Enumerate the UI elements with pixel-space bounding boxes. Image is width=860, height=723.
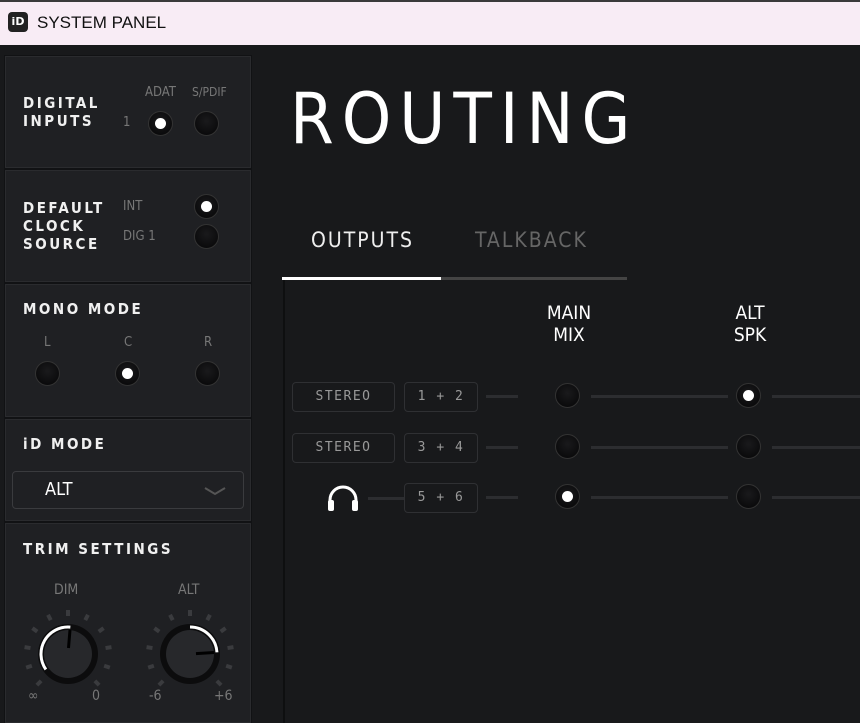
row-channels: 3 + 4: [404, 433, 478, 463]
section-title: iD MODE: [23, 435, 107, 453]
mono-r-radio[interactable]: [195, 361, 220, 386]
divider: [283, 280, 285, 723]
alt-min-label: -6: [149, 688, 162, 704]
route-alt-spk-radio[interactable]: [736, 484, 761, 509]
knob-tick: [105, 645, 112, 651]
int-label: INT: [123, 199, 143, 214]
dig1-radio[interactable]: [194, 224, 219, 249]
route-alt-spk-radio[interactable]: [736, 434, 761, 459]
knob-pointer: [67, 629, 72, 649]
route-line: [486, 395, 518, 398]
knob-tick: [46, 613, 53, 622]
sidebar: DIGITAL INPUTS ADAT S/PDIF 1 DEFAULT CLO…: [4, 55, 252, 723]
tab-outputs[interactable]: OUTPUTS: [311, 228, 414, 252]
knob-tick: [227, 645, 234, 651]
knob-tick: [93, 679, 101, 687]
route-line: [486, 446, 518, 449]
spdif-label: S/PDIF: [192, 85, 227, 99]
dig1-label: DIG 1: [123, 229, 156, 244]
knob-tick: [35, 679, 43, 687]
column-main-mix: MAIN MIX: [546, 302, 592, 346]
route-line: [772, 496, 860, 499]
adat-label: ADAT: [145, 85, 176, 100]
route-line: [591, 446, 728, 449]
mono-r-label: R: [204, 335, 213, 350]
active-tab-indicator: [282, 277, 441, 280]
mono-mode-section: MONO MODE L C R: [5, 284, 251, 417]
knob-tick: [31, 626, 39, 634]
knob-tick: [147, 663, 155, 670]
alt-max-label: +6: [214, 688, 233, 704]
connector-line: [368, 497, 404, 500]
knob-tick: [83, 613, 90, 622]
knob-tick: [215, 679, 223, 687]
dim-label: DIM: [54, 582, 79, 598]
row-channels: 5 + 6: [404, 483, 478, 513]
section-title: SOURCE: [23, 235, 100, 253]
id-mode-select[interactable]: ALT: [12, 471, 244, 509]
row-label: 1: [123, 115, 131, 130]
tab-talkback[interactable]: TALKBACK: [475, 228, 588, 252]
knob-tick: [103, 663, 111, 670]
route-line: [486, 496, 518, 499]
knob-tick: [153, 626, 161, 634]
dim-min-label: ∞: [28, 688, 39, 704]
knob-tick: [225, 663, 233, 670]
knob-tick: [25, 663, 33, 670]
mono-c-label: C: [124, 335, 133, 350]
alt-label: ALT: [178, 582, 200, 598]
knob-tick: [146, 645, 153, 651]
knob-pointer: [195, 650, 215, 656]
app-logo-icon: iD: [8, 12, 28, 32]
column-alt-spk: ALT SPK: [733, 302, 767, 346]
route-line: [772, 446, 860, 449]
digital-inputs-section: DIGITAL INPUTS ADAT S/PDIF 1: [5, 56, 251, 168]
mono-l-radio[interactable]: [35, 361, 60, 386]
int-radio[interactable]: [194, 194, 219, 219]
mono-l-label: L: [44, 335, 51, 350]
chevron-down-icon: [204, 487, 226, 496]
section-title: TRIM SETTINGS: [23, 540, 174, 558]
route-line: [772, 395, 860, 398]
spdif-radio[interactable]: [194, 111, 219, 136]
route-line: [591, 395, 728, 398]
knob-tick: [97, 626, 105, 634]
trim-settings-section: TRIM SETTINGS DIM ALT ∞ 0 -6 +6: [5, 523, 251, 723]
mono-c-radio[interactable]: [115, 361, 140, 386]
id-mode-value: ALT: [45, 479, 73, 500]
section-title: MONO MODE: [23, 300, 144, 318]
knob-tick: [157, 679, 165, 687]
clock-source-section: DEFAULT CLOCK SOURCE INT DIG 1: [5, 170, 251, 282]
page-title: ROUTING: [290, 78, 639, 160]
section-title: INPUTS: [23, 112, 95, 130]
tab-underline: [441, 277, 627, 280]
knob-tick: [168, 613, 175, 622]
row-type-stereo[interactable]: STEREO: [292, 382, 395, 412]
knob-tick: [205, 613, 212, 622]
section-title: DIGITAL: [23, 94, 100, 112]
route-alt-spk-radio[interactable]: [736, 383, 761, 408]
dim-knob[interactable]: [23, 609, 113, 699]
title-bar: iD SYSTEM PANEL: [0, 0, 860, 45]
knob-tick: [219, 626, 227, 634]
route-line: [591, 496, 728, 499]
headphones-icon: [328, 485, 358, 511]
knob-tick: [24, 645, 31, 651]
section-title: DEFAULT: [23, 199, 105, 217]
alt-knob[interactable]: [145, 609, 235, 699]
section-title: CLOCK: [23, 217, 86, 235]
route-main-mix-radio[interactable]: [555, 484, 580, 509]
route-main-mix-radio[interactable]: [555, 383, 580, 408]
route-main-mix-radio[interactable]: [555, 434, 580, 459]
dim-max-label: 0: [92, 688, 101, 704]
app-title: SYSTEM PANEL: [37, 13, 167, 32]
adat-radio[interactable]: [148, 111, 173, 136]
row-type-stereo[interactable]: STEREO: [292, 433, 395, 463]
row-channels: 1 + 2: [404, 382, 478, 412]
